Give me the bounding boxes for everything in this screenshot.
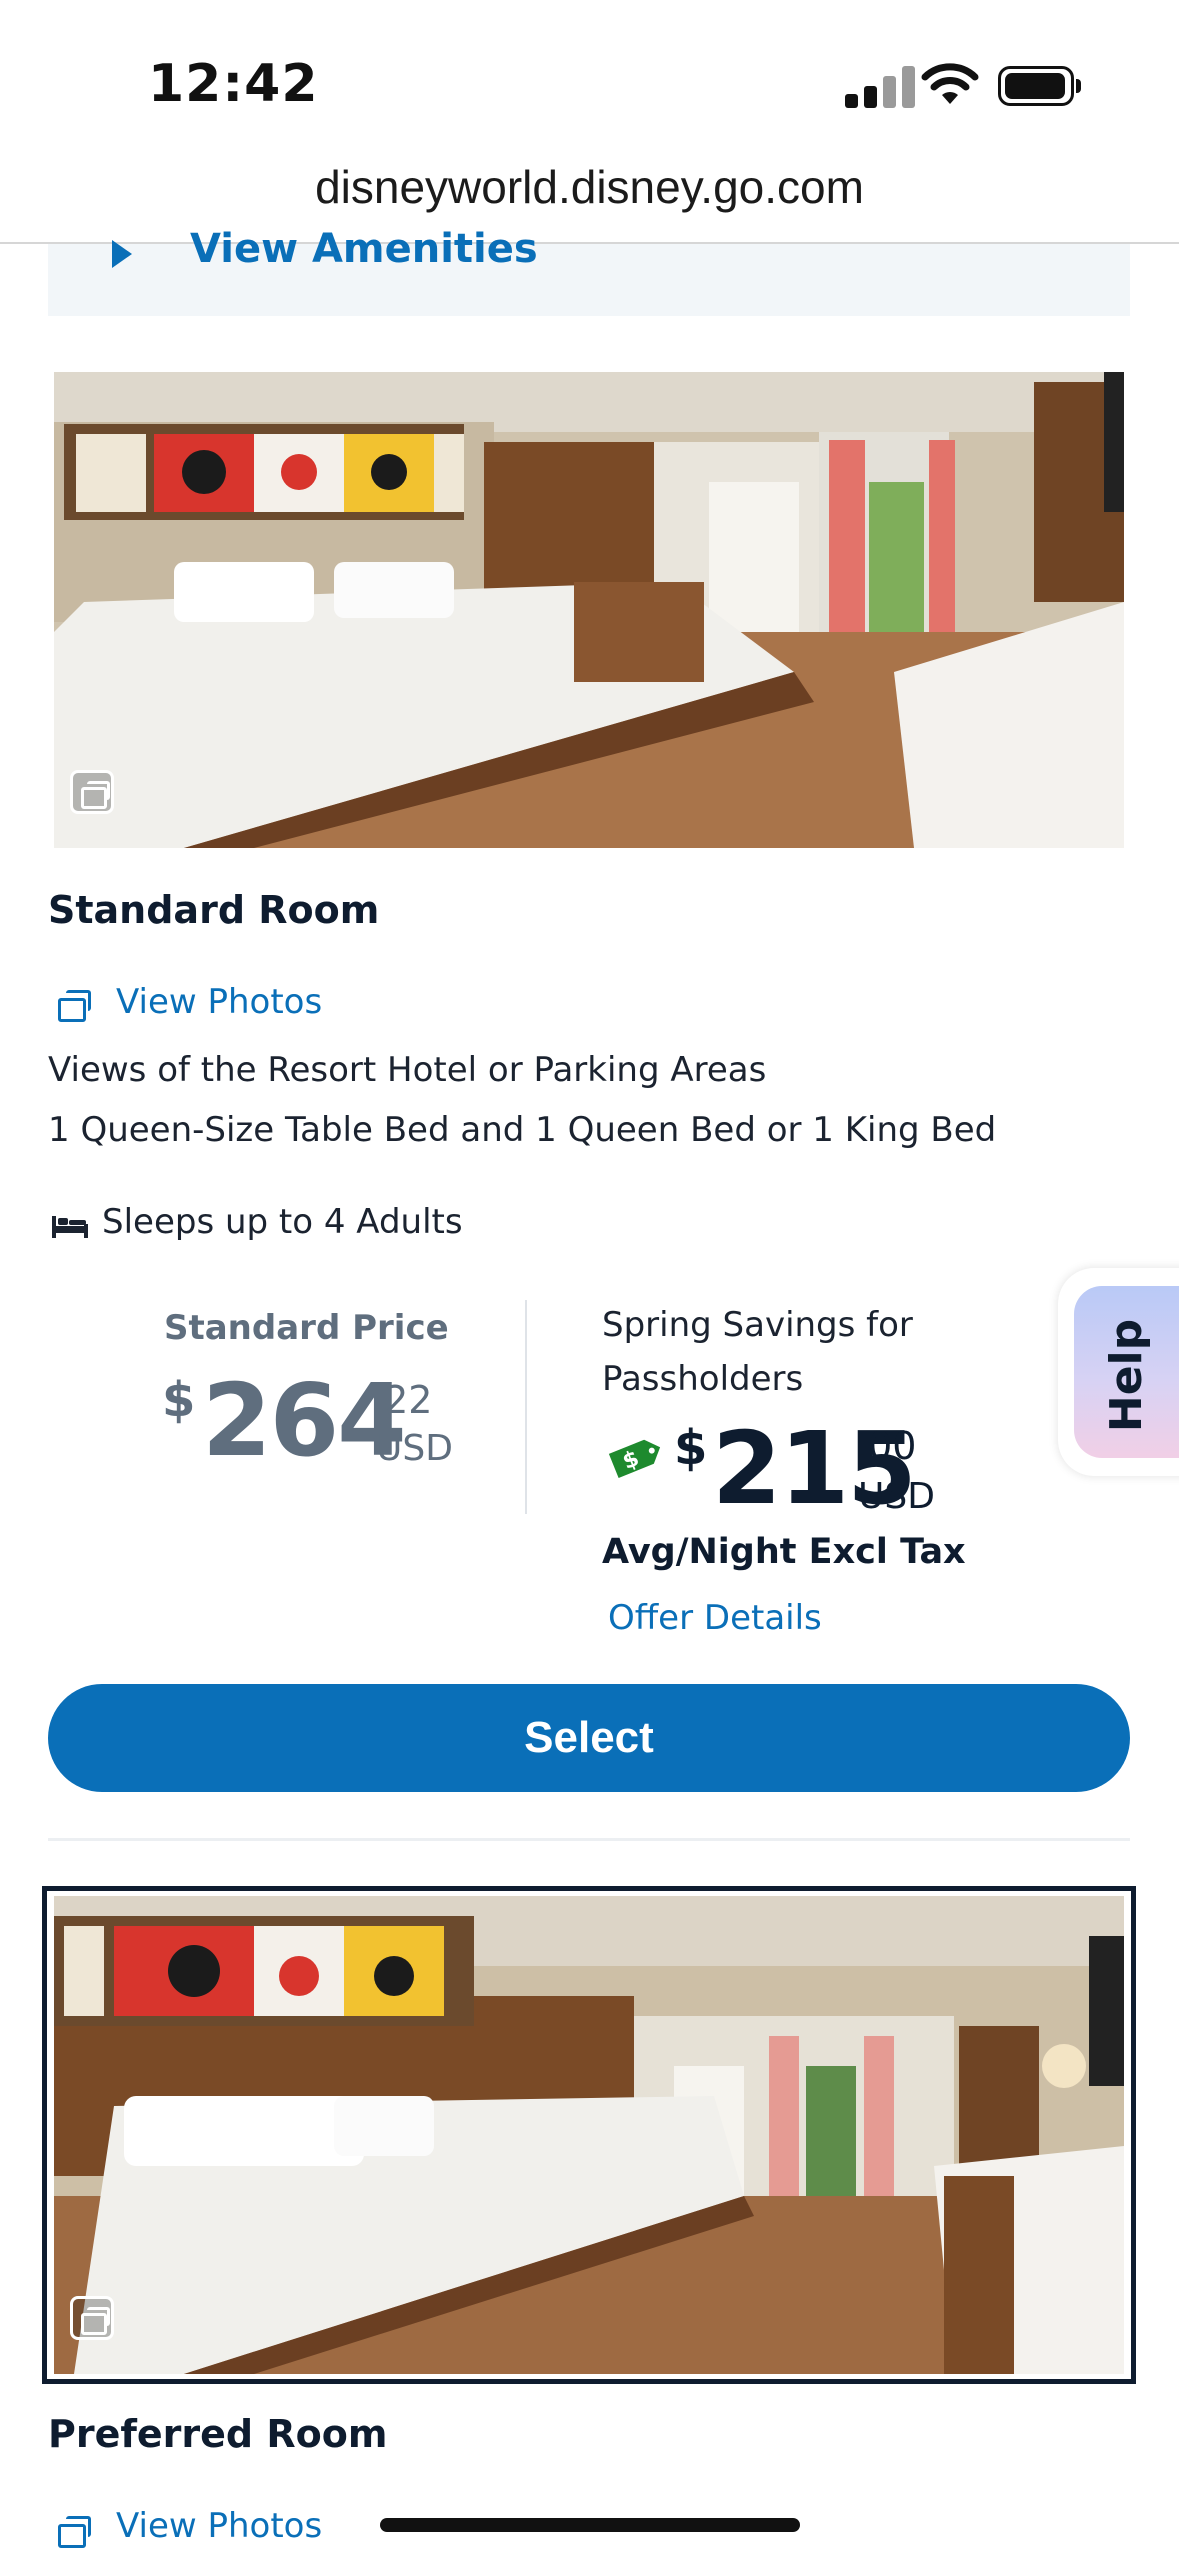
home-indicator[interactable]: [380, 2518, 800, 2532]
standard-price-currency: USD: [376, 1428, 453, 1469]
standard-room-photo[interactable]: [54, 372, 1124, 848]
wifi-icon: [920, 58, 980, 108]
select-room-button[interactable]: Select: [48, 1684, 1130, 1792]
view-amenities-link[interactable]: View Amenities: [190, 226, 538, 272]
offer-price-currency-symbol: $: [674, 1420, 708, 1476]
offer-price-cents: .00: [856, 1424, 917, 1468]
price-divider: [525, 1300, 527, 1514]
help-button[interactable]: Help: [1097, 1300, 1157, 1450]
bed-icon: [52, 1212, 88, 1238]
standard-price-currency-symbol: $: [162, 1372, 196, 1428]
room-view-description: Views of the Resort Hotel or Parking Are…: [48, 1050, 767, 1090]
offer-details-link[interactable]: Offer Details: [608, 1598, 822, 1638]
standard-price-label: Standard Price: [164, 1308, 449, 1348]
gallery-icon[interactable]: [70, 2296, 114, 2340]
preferred-room-photo[interactable]: [54, 1896, 1124, 2374]
offer-label-line2: Passholders: [602, 1359, 804, 1399]
photos-icon[interactable]: [58, 2516, 91, 2548]
cellular-signal-icon: [845, 64, 925, 108]
offer-price-currency: USD: [858, 1476, 935, 1517]
address-bar[interactable]: disneyworld.disney.go.com: [0, 160, 1179, 214]
view-photos-link[interactable]: View Photos: [116, 2506, 322, 2546]
gallery-icon[interactable]: [70, 770, 114, 814]
expand-arrow-icon[interactable]: [112, 240, 132, 268]
price-note: Avg/Night Excl Tax: [602, 1532, 966, 1572]
photos-icon[interactable]: [58, 990, 91, 1022]
room-title: Standard Room: [48, 888, 380, 932]
view-photos-link[interactable]: View Photos: [116, 982, 322, 1022]
standard-price-cents: .22: [372, 1378, 433, 1422]
status-time: 12:42: [148, 54, 319, 114]
occupancy-text: Sleeps up to 4 Adults: [102, 1202, 463, 1242]
help-label: Help: [1101, 1318, 1153, 1432]
offer-label-line1: Spring Savings for: [602, 1305, 913, 1345]
room-title: Preferred Room: [48, 2412, 388, 2456]
battery-icon: [998, 66, 1081, 106]
room-separator: [48, 1838, 1130, 1841]
price-tag-icon: $: [608, 1432, 664, 1482]
room-bed-description: 1 Queen-Size Table Bed and 1 Queen Bed o…: [48, 1110, 997, 1150]
